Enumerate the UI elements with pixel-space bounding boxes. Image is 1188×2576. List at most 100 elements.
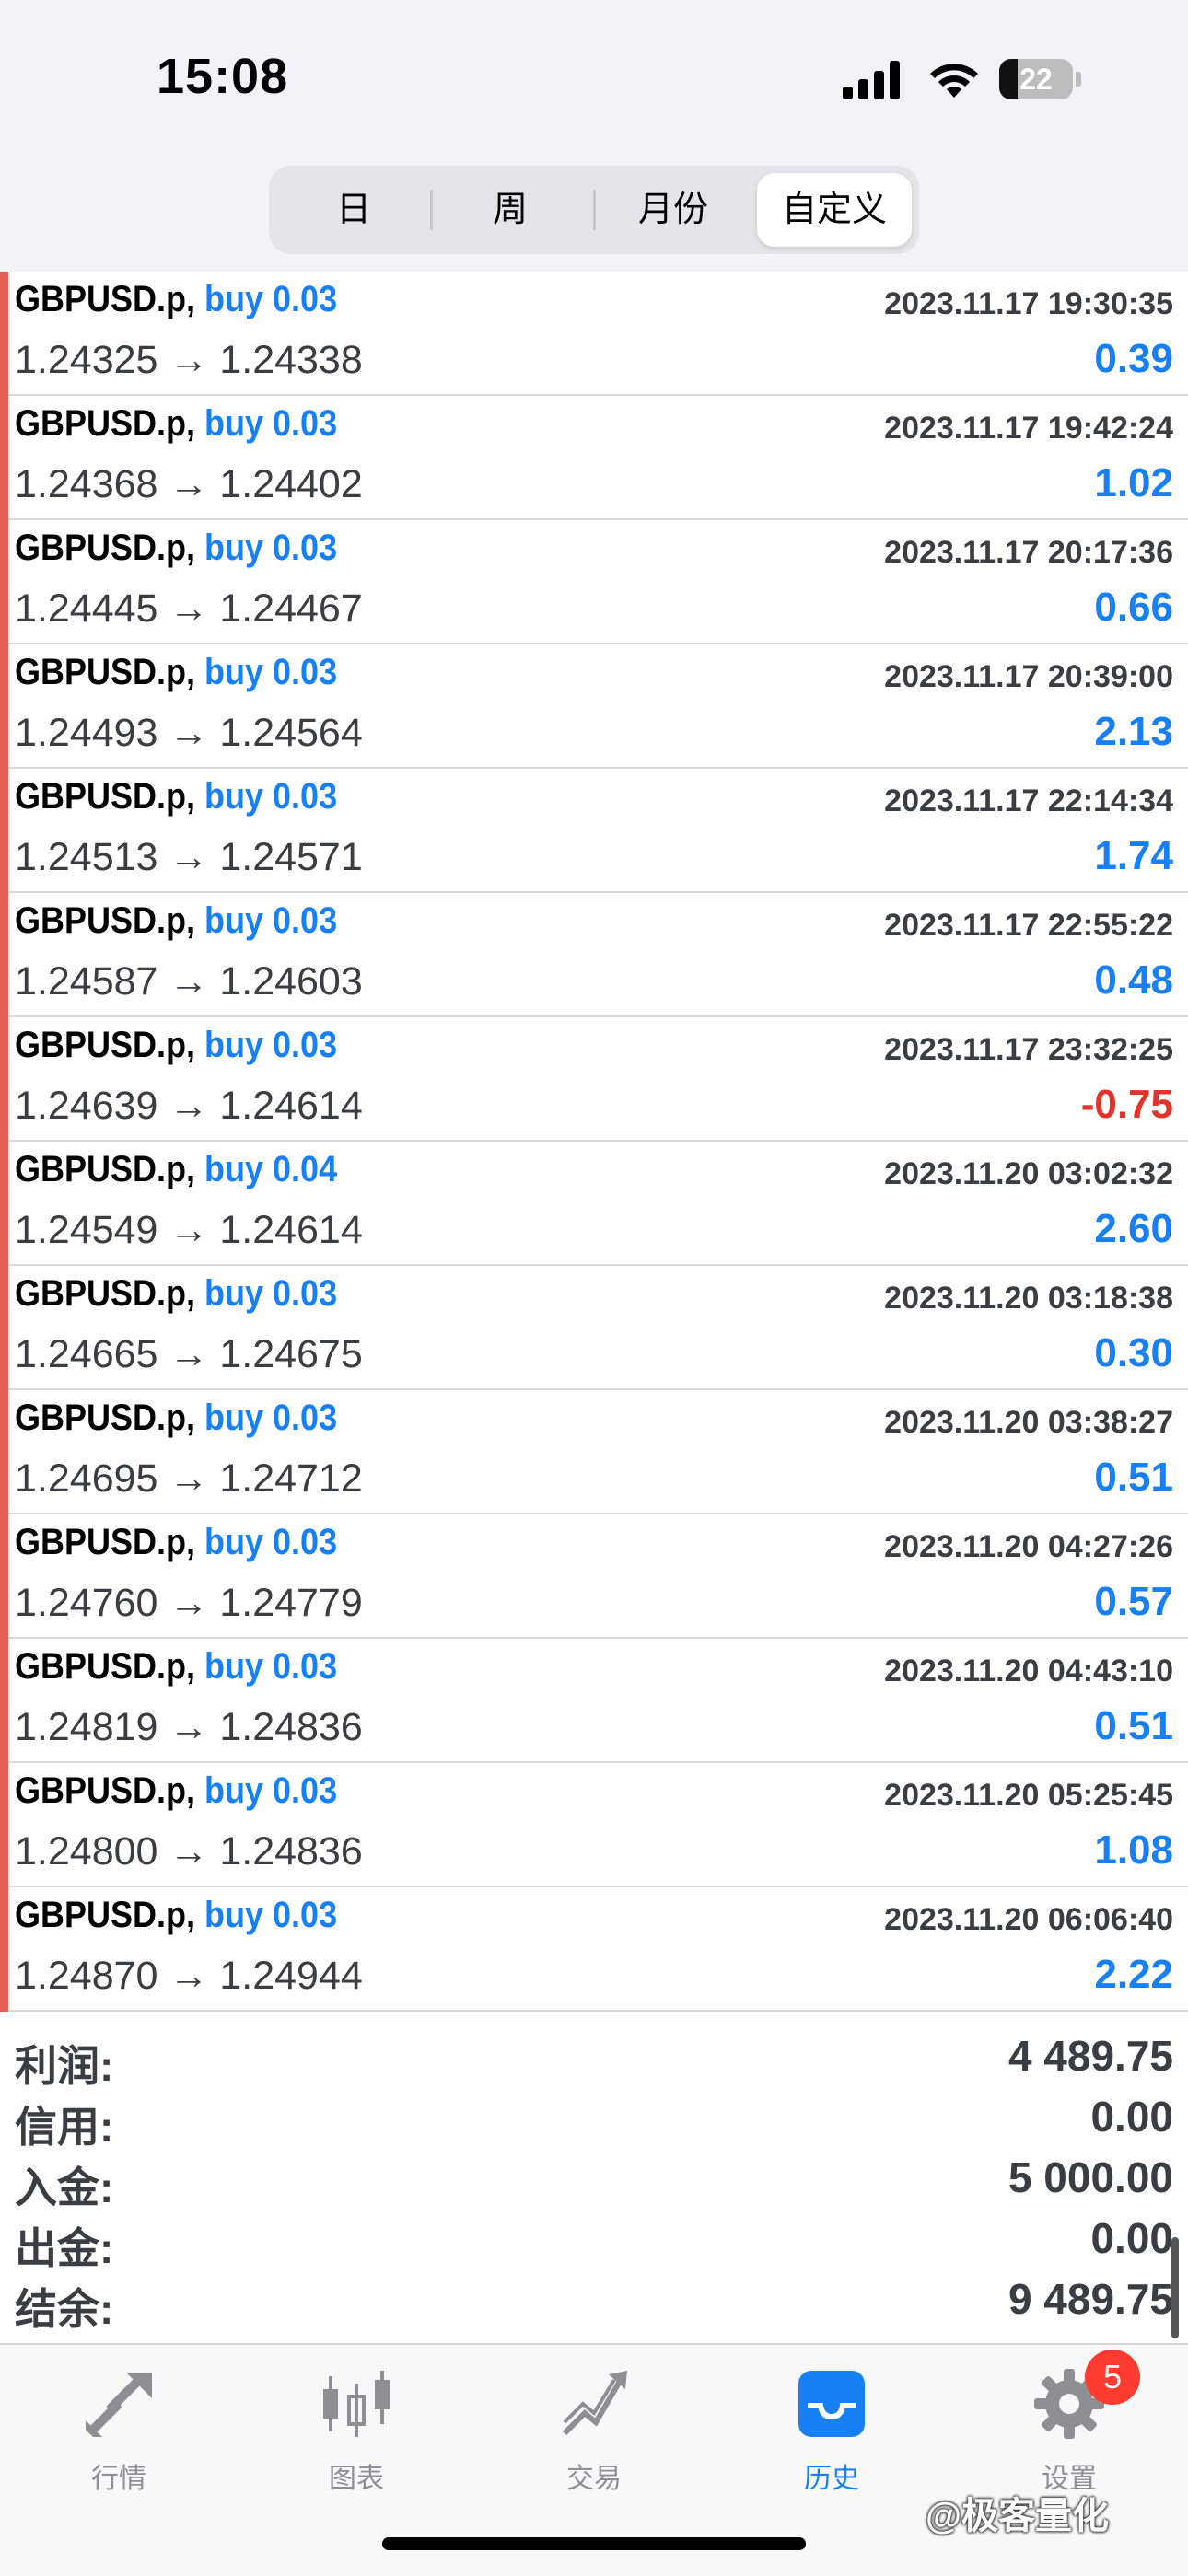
trade-row[interactable]: GBPUSD.p, buy 0.03 1.24445 → 1.24467 2023.… xyxy=(0,520,1188,644)
trade-side-volume: buy 0.03 xyxy=(204,1770,338,1811)
tab-chart[interactable]: 图表 xyxy=(238,2363,475,2501)
trade-side-marker xyxy=(0,520,8,644)
trade-side-marker xyxy=(0,769,8,893)
symbol-name: GBPUSD.p, xyxy=(15,403,196,444)
tab-history[interactable]: 历史 xyxy=(713,2363,950,2501)
tab-label: 行情 xyxy=(91,2464,146,2494)
trade-row[interactable]: GBPUSD.p, buy 0.03 1.24587 → 1.24603 2023.… xyxy=(0,893,1188,1017)
trade-datetime: 2023.11.17 22:55:22 xyxy=(884,908,1173,943)
summary-label: 出金: xyxy=(15,2224,114,2272)
trade-symbol: GBPUSD.p, buy 0.03 xyxy=(15,1770,337,1812)
history-inbox-icon xyxy=(798,2371,865,2437)
battery-cap xyxy=(1076,72,1081,87)
symbol-name: GBPUSD.p, xyxy=(15,1025,196,1065)
trade-datetime: 2023.11.17 22:14:34 xyxy=(884,783,1173,818)
summary-value: 5 000.00 xyxy=(1007,2153,1173,2201)
trade-side-volume: buy 0.03 xyxy=(204,528,338,568)
symbol-name: GBPUSD.p, xyxy=(15,652,196,692)
trade-profit: 1.02 xyxy=(1094,460,1173,505)
trade-side-marker xyxy=(0,1017,8,1142)
segment-week[interactable]: 周 xyxy=(433,173,588,247)
trade-side-volume: buy 0.03 xyxy=(204,1025,338,1065)
trade-prices: 1.24870 → 1.24944 xyxy=(15,1954,363,1998)
trade-row[interactable]: GBPUSD.p, buy 0.03 1.24493 → 1.24564 2023.… xyxy=(0,644,1188,769)
trade-datetime: 2023.11.17 23:32:25 xyxy=(884,1032,1173,1067)
trade-side-marker xyxy=(0,893,8,1017)
trade-symbol: GBPUSD.p, buy 0.03 xyxy=(15,1273,337,1315)
period-segmented-control: 日 周 月份 自定义 xyxy=(269,166,919,254)
summary-row-credit: 信用: 0.00 xyxy=(0,2086,1188,2151)
trade-prices: 1.24368 → 1.24402 xyxy=(15,462,363,506)
symbol-name: GBPUSD.p, xyxy=(15,1895,196,1935)
trade-row[interactable]: GBPUSD.p, buy 0.03 1.24760 → 1.24779 2023.… xyxy=(0,1514,1188,1639)
trade-prices: 1.24493 → 1.24564 xyxy=(15,711,363,755)
summary-value: 0.00 xyxy=(1090,2214,1173,2262)
summary-label: 入金: xyxy=(15,2164,114,2211)
trade-side-marker xyxy=(0,272,8,396)
trade-row[interactable]: GBPUSD.p, buy 0.04 1.24549 → 1.24614 2023.… xyxy=(0,1142,1188,1266)
summary-row-balance: 结余: 9 489.75 xyxy=(0,2269,1188,2333)
tab-quotes[interactable]: 行情 xyxy=(0,2363,238,2501)
trade-profit: 0.48 xyxy=(1094,957,1173,1003)
status-time: 15:08 xyxy=(157,49,289,104)
symbol-name: GBPUSD.p, xyxy=(15,1149,196,1189)
symbol-name: GBPUSD.p, xyxy=(15,279,196,319)
summary-label: 利润: xyxy=(15,2042,114,2090)
quotes-arrows-icon xyxy=(86,2373,152,2437)
trade-symbol: GBPUSD.p, buy 0.03 xyxy=(15,776,337,818)
summary-row-deposit: 入金: 5 000.00 xyxy=(0,2147,1188,2211)
trade-symbol: GBPUSD.p, buy 0.03 xyxy=(15,1398,337,1439)
trade-profit: -0.75 xyxy=(1080,1082,1173,1127)
trade-row[interactable]: GBPUSD.p, buy 0.03 1.24870 → 1.24944 2023.… xyxy=(0,1887,1188,2012)
trade-row[interactable]: GBPUSD.p, buy 0.03 1.24819 → 1.24836 2023.… xyxy=(0,1639,1188,1763)
trade-symbol: GBPUSD.p, buy 0.03 xyxy=(15,900,337,942)
trade-side-marker xyxy=(0,1514,8,1639)
tab-label: 历史 xyxy=(804,2464,859,2494)
trade-profit: 2.22 xyxy=(1094,1952,1173,1997)
scroll-indicator[interactable] xyxy=(1171,2237,1179,2338)
trade-symbol: GBPUSD.p, buy 0.03 xyxy=(15,1025,337,1066)
trade-row[interactable]: GBPUSD.p, buy 0.03 1.24513 → 1.24571 2023.… xyxy=(0,769,1188,893)
trade-row[interactable]: GBPUSD.p, buy 0.03 1.24695 → 1.24712 2023.… xyxy=(0,1390,1188,1514)
segment-month[interactable]: 月份 xyxy=(596,173,751,247)
tab-label: 交易 xyxy=(566,2464,622,2494)
cellular-signal-icon xyxy=(843,61,902,99)
trade-prices: 1.24800 → 1.24836 xyxy=(15,1829,363,1874)
trade-datetime: 2023.11.20 04:27:26 xyxy=(884,1529,1173,1564)
trade-symbol: GBPUSD.p, buy 0.03 xyxy=(15,652,337,693)
trade-profit: 1.08 xyxy=(1094,1828,1173,1873)
trade-prices: 1.24549 → 1.24614 xyxy=(15,1208,363,1252)
segment-custom[interactable]: 自定义 xyxy=(757,173,912,247)
trade-side-volume: buy 0.03 xyxy=(204,652,338,692)
tab-trade[interactable]: 交易 xyxy=(475,2363,713,2501)
trade-row[interactable]: GBPUSD.p, buy 0.03 1.24639 → 1.24614 2023.… xyxy=(0,1017,1188,1142)
trade-side-marker xyxy=(0,1390,8,1514)
trade-profit: 1.74 xyxy=(1094,833,1173,878)
summary-row-profit: 利润: 4 489.75 xyxy=(0,2025,1188,2090)
trade-profit: 0.30 xyxy=(1094,1330,1173,1375)
trade-symbol: GBPUSD.p, buy 0.03 xyxy=(15,1646,337,1688)
trade-profit: 2.13 xyxy=(1094,709,1173,754)
period-header: 日 周 月份 自定义 xyxy=(0,157,1188,272)
summary-label: 结余: xyxy=(15,2285,114,2333)
home-indicator[interactable] xyxy=(382,2537,806,2550)
trade-row[interactable]: GBPUSD.p, buy 0.03 1.24368 → 1.24402 2023.… xyxy=(0,396,1188,520)
trade-profit: 0.66 xyxy=(1094,585,1173,630)
battery-level: 22 xyxy=(1019,63,1053,96)
trade-row[interactable]: GBPUSD.p, buy 0.03 1.24665 → 1.24675 2023.… xyxy=(0,1266,1188,1390)
summary-value: 0.00 xyxy=(1090,2093,1173,2141)
candlestick-chart-icon xyxy=(323,2371,390,2437)
trade-row[interactable]: GBPUSD.p, buy 0.03 1.24800 → 1.24836 2023.… xyxy=(0,1763,1188,1887)
trade-symbol: GBPUSD.p, buy 0.03 xyxy=(15,1522,337,1563)
segment-day[interactable]: 日 xyxy=(276,173,431,247)
trade-profit: 0.57 xyxy=(1094,1579,1173,1624)
battery-icon: 22 xyxy=(999,59,1073,99)
symbol-name: GBPUSD.p, xyxy=(15,1770,196,1811)
watermark: @极客量化 xyxy=(926,2496,1110,2536)
trade-row[interactable]: GBPUSD.p, buy 0.03 1.24325 → 1.24338 2023.… xyxy=(0,272,1188,396)
symbol-name: GBPUSD.p, xyxy=(15,900,196,941)
trade-side-marker xyxy=(0,1639,8,1763)
tab-settings[interactable]: 设置 xyxy=(950,2363,1188,2501)
trade-symbol: GBPUSD.p, buy 0.03 xyxy=(15,1895,337,1936)
symbol-name: GBPUSD.p, xyxy=(15,528,196,568)
